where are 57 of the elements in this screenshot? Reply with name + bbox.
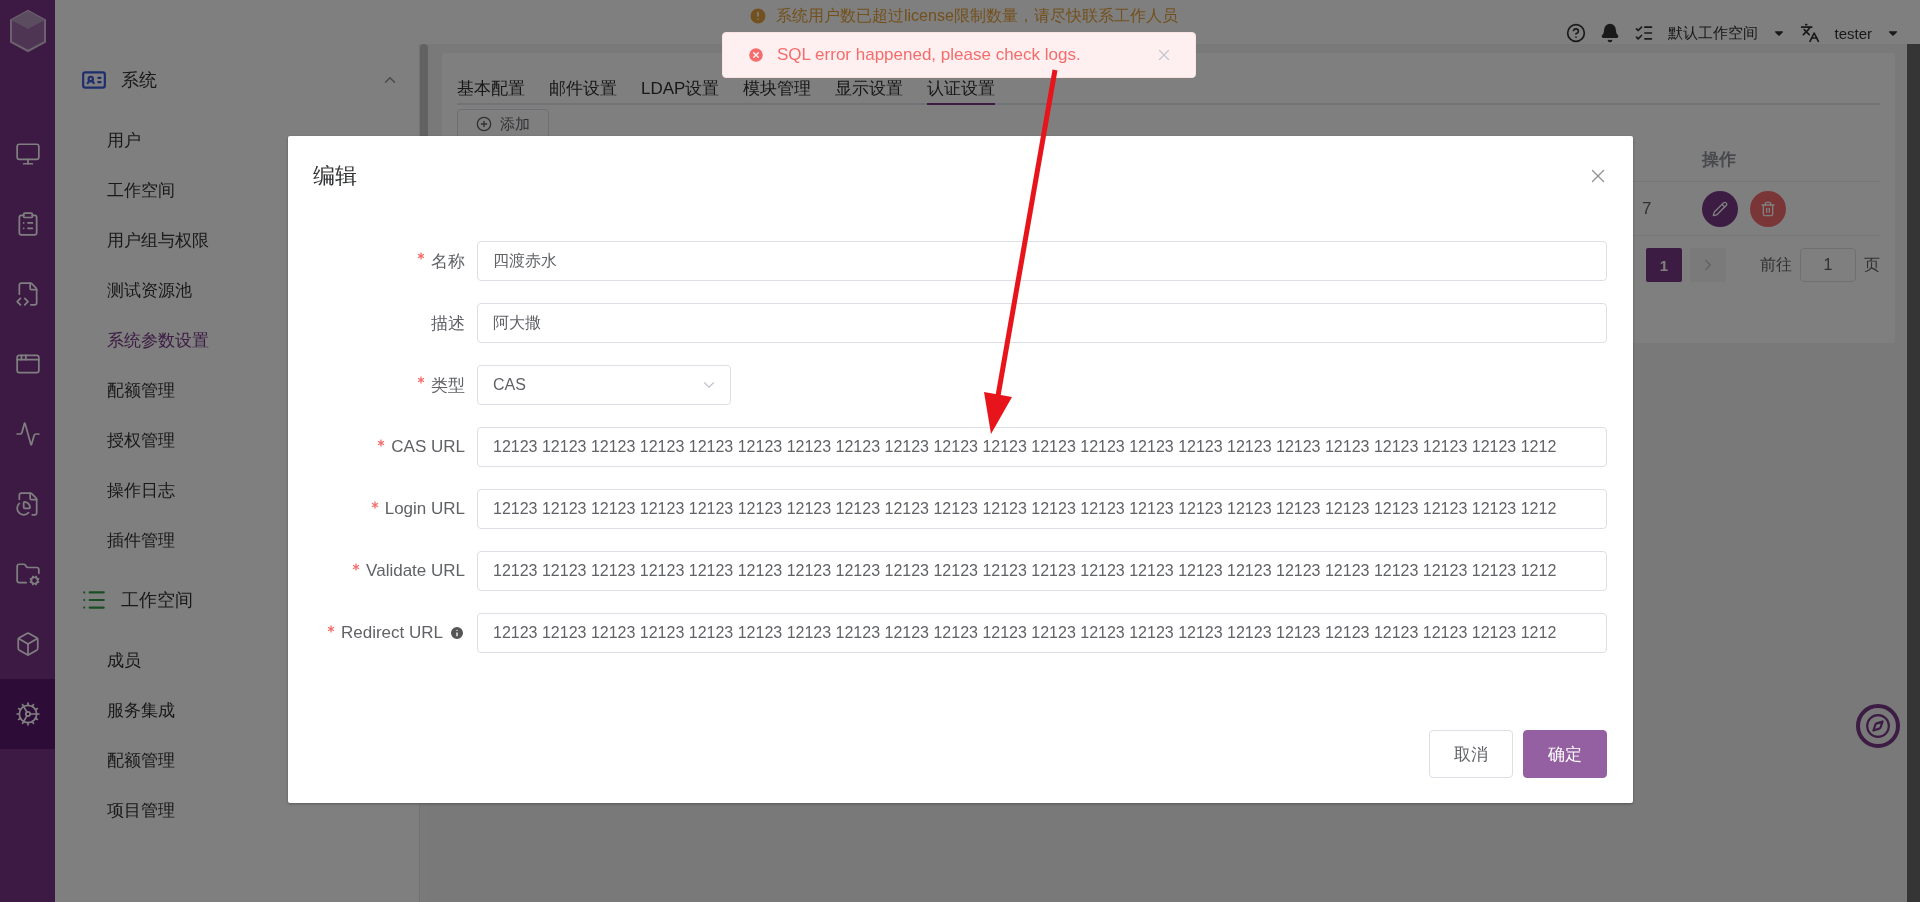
input-field[interactable]: 阿大撒 bbox=[477, 303, 1607, 343]
tab[interactable]: 基本配置 bbox=[457, 67, 525, 105]
goto-label: 前往 bbox=[1760, 254, 1792, 275]
tab[interactable]: 邮件设置 bbox=[549, 67, 617, 105]
input-field[interactable]: 12123 12123 12123 12123 12123 12123 12123 12123 12123 12123 12123 12123 12123 12123 12123 12123 12123 12123 12123 12123 12123 1212 bbox=[477, 427, 1607, 467]
delete-button[interactable] bbox=[1750, 190, 1786, 227]
input-field[interactable]: 12123 12123 12123 12123 12123 12123 12123 12123 12123 12123 12123 12123 12123 12123 12123 12123 12123 12123 12123 12123 12123 1212 bbox=[477, 551, 1607, 591]
folder-gear-icon bbox=[14, 561, 41, 587]
nav-item[interactable] bbox=[0, 679, 55, 749]
workspace-switcher[interactable]: 默认工作空间 bbox=[1668, 23, 1759, 43]
cube-icon bbox=[14, 631, 41, 657]
field-label: Redirect URL bbox=[340, 623, 443, 643]
code-file-icon bbox=[14, 281, 41, 307]
menu-section-title[interactable]: 系统 bbox=[121, 68, 367, 92]
logo-icon bbox=[7, 9, 48, 53]
trash-icon bbox=[1760, 200, 1776, 217]
user-menu[interactable]: tester bbox=[1834, 24, 1872, 42]
error-icon bbox=[747, 46, 765, 64]
edit-button[interactable] bbox=[1702, 190, 1738, 227]
monitor-icon bbox=[14, 141, 41, 167]
dialog-title: 编辑 bbox=[313, 162, 357, 190]
page-input[interactable]: 1 bbox=[1800, 248, 1856, 282]
pencil-icon bbox=[1712, 200, 1728, 217]
license-warning: 系统用户数已超过license限制数量，请尽快联系工作人员 bbox=[776, 5, 1178, 26]
help-icon[interactable] bbox=[1566, 23, 1587, 43]
toast-message: SQL error happened, please check logs. bbox=[777, 45, 1082, 65]
menu-item[interactable]: 项目管理 bbox=[55, 785, 419, 835]
field-label: 类型 bbox=[431, 374, 465, 397]
select-field[interactable]: CAS bbox=[477, 365, 731, 405]
field-label: Login URL bbox=[384, 499, 465, 519]
settings-icon bbox=[14, 701, 41, 727]
table-cell-text: 7 bbox=[1642, 198, 1653, 219]
add-button[interactable]: 添加 bbox=[457, 109, 549, 139]
compass-icon bbox=[1865, 713, 1891, 739]
scrollbar[interactable] bbox=[1907, 44, 1920, 902]
page-button[interactable]: 1 bbox=[1646, 248, 1682, 282]
page-suffix: 页 bbox=[1864, 254, 1880, 275]
chart-document-icon bbox=[14, 491, 41, 517]
input-field[interactable]: 四渡赤水 bbox=[477, 241, 1607, 281]
plus-icon bbox=[476, 116, 492, 132]
confirm-button[interactable]: 确定 bbox=[1523, 730, 1607, 778]
field-label: 描述 bbox=[431, 312, 465, 335]
info-icon[interactable] bbox=[449, 625, 465, 641]
tab[interactable]: LDAP设置 bbox=[641, 67, 720, 105]
code-window-icon bbox=[14, 351, 41, 377]
compass-button[interactable] bbox=[1856, 704, 1900, 748]
task-list-icon[interactable] bbox=[1634, 23, 1655, 43]
field-label: 名称 bbox=[431, 250, 465, 273]
cancel-button[interactable]: 取消 bbox=[1429, 730, 1513, 778]
field-label: CAS URL bbox=[391, 437, 465, 457]
field-label: Validate URL bbox=[366, 561, 465, 581]
language-icon[interactable] bbox=[1800, 23, 1821, 43]
input-field[interactable]: 12123 12123 12123 12123 12123 12123 12123 12123 12123 12123 12123 12123 12123 12123 12123 12123 12123 12123 12123 12123 12123 1212 bbox=[477, 489, 1607, 529]
warning-icon bbox=[748, 6, 768, 26]
activity-icon bbox=[14, 421, 41, 447]
bell-icon[interactable] bbox=[1600, 23, 1621, 43]
input-field[interactable]: 12123 12123 12123 12123 12123 12123 12123 12123 12123 12123 12123 12123 12123 12123 12123 12123 12123 12123 12123 12123 12123 1212 bbox=[477, 613, 1607, 653]
